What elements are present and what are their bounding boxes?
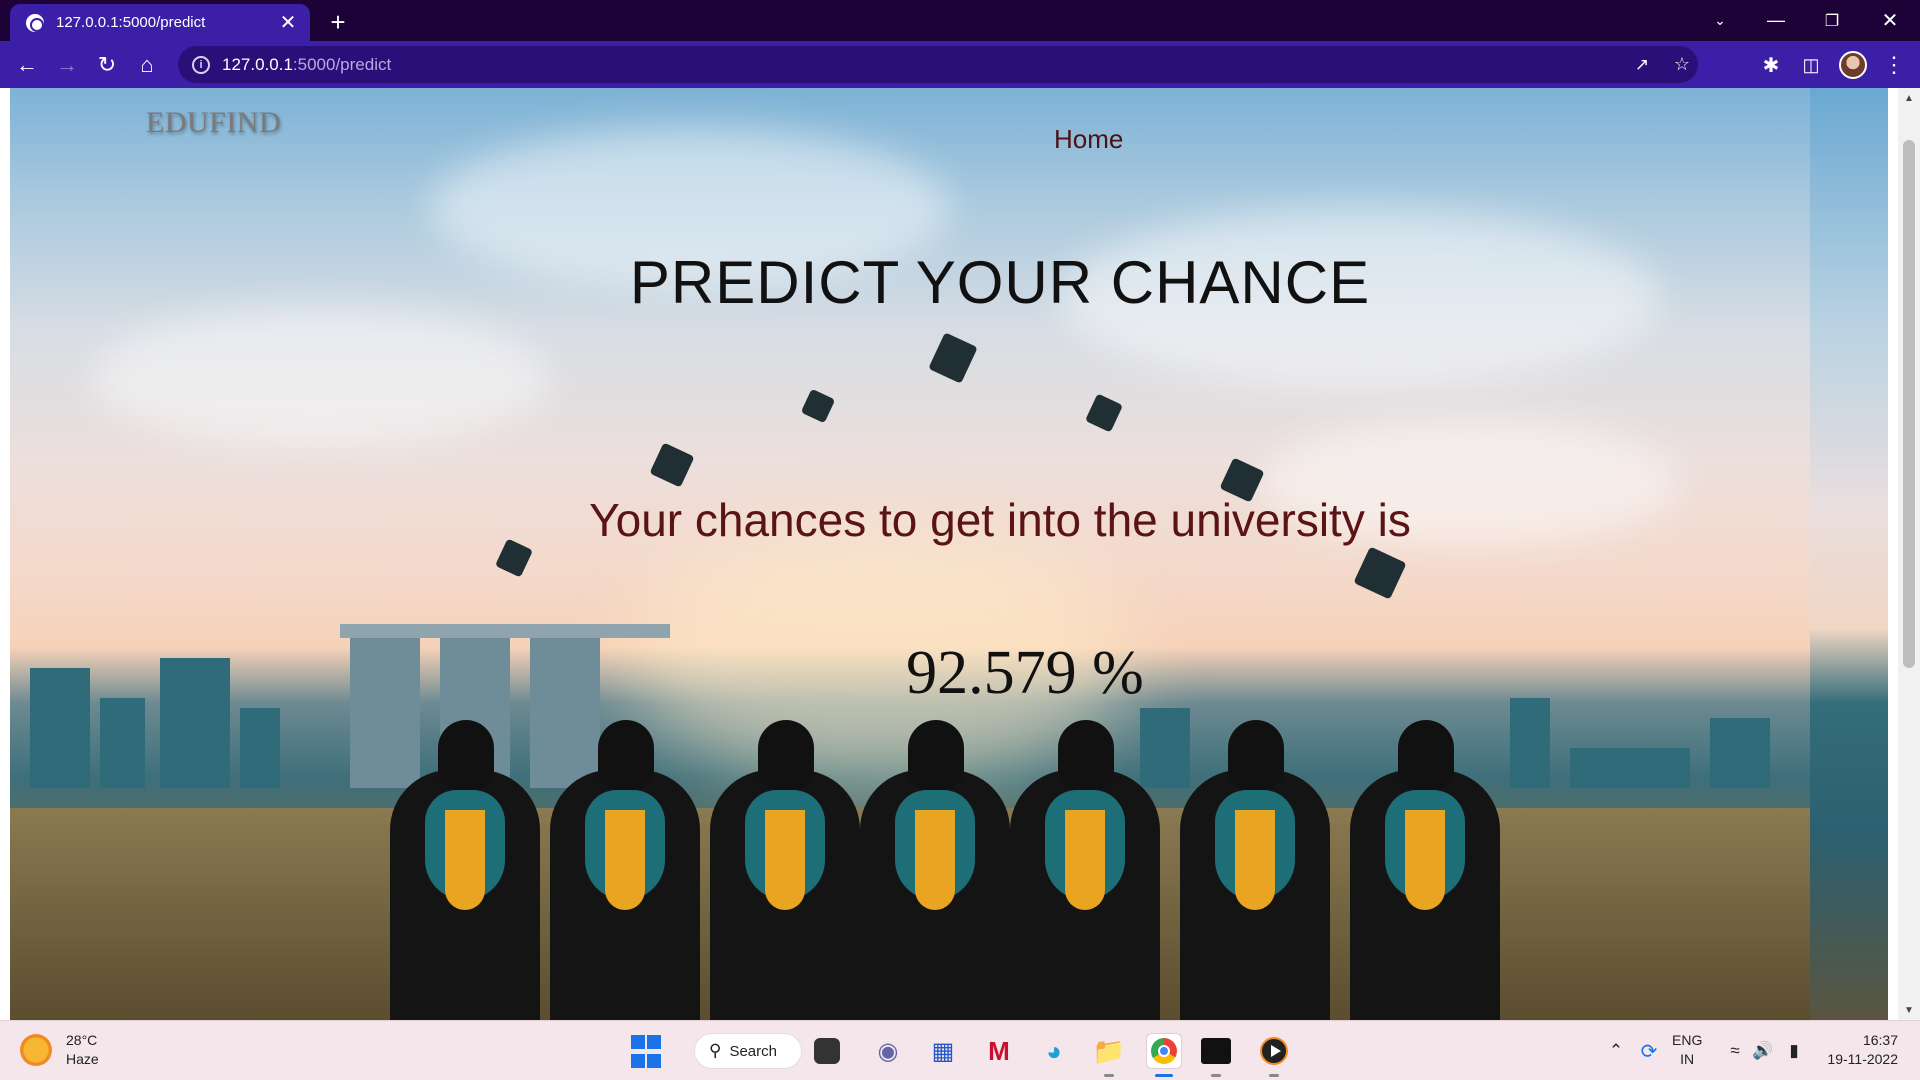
vertical-scrollbar[interactable]: ▲ ▼ xyxy=(1898,88,1920,1020)
file-explorer-folder-icon[interactable]: 📁 xyxy=(1091,1033,1127,1069)
start-windows-icon[interactable] xyxy=(628,1033,664,1069)
clock-time: 16:37 xyxy=(1862,1032,1898,1048)
forward-button[interactable]: → xyxy=(51,49,83,81)
taskbar-search[interactable]: ⚲ Search xyxy=(694,1033,802,1069)
weather-description: Haze xyxy=(66,1051,99,1067)
language-indicator[interactable]: ENG IN xyxy=(1672,1031,1702,1069)
nav-home-link[interactable]: Home xyxy=(1054,124,1123,155)
browser-toolbar: ← → ↻ ⌂ i 127.0.0.1:5000/predict ☆ ↗ ✱ ◫… xyxy=(0,41,1920,88)
back-button[interactable]: ← xyxy=(11,49,43,81)
profile-avatar[interactable] xyxy=(1839,51,1867,79)
task-view-icon[interactable] xyxy=(814,1038,840,1064)
weather-sun-icon xyxy=(20,1034,52,1066)
globe-icon xyxy=(26,13,44,32)
tab-search-chevron-icon[interactable]: ⌄ xyxy=(1692,0,1748,41)
sync-icon[interactable]: ⟳ xyxy=(1634,1035,1664,1067)
scroll-down-arrow-icon[interactable]: ▼ xyxy=(1898,1000,1920,1020)
weather-widget[interactable]: 28°C Haze xyxy=(20,1031,99,1069)
chrome-icon[interactable] xyxy=(1146,1033,1182,1069)
clock-date: 19-11-2022 xyxy=(1827,1051,1898,1067)
browser-tab[interactable]: 127.0.0.1:5000/predict ✕ xyxy=(10,4,310,41)
microsoft-store-icon[interactable]: ▦ xyxy=(925,1033,961,1069)
taskbar-search-label: Search xyxy=(729,1042,777,1060)
scroll-thumb[interactable] xyxy=(1903,140,1915,668)
language-secondary: IN xyxy=(1680,1051,1695,1067)
brand-logo[interactable]: EDUFIND xyxy=(146,106,281,140)
url-host: 127.0.0.1 xyxy=(222,54,293,74)
result-message: Your chances to get into the university … xyxy=(589,494,1411,546)
tab-close-button[interactable]: ✕ xyxy=(274,9,302,37)
address-bar[interactable]: i 127.0.0.1:5000/predict ☆ ↗ xyxy=(178,46,1698,83)
side-panel-icon[interactable]: ◫ xyxy=(1795,49,1827,81)
menu-kebab-icon[interactable]: ⋮ xyxy=(1878,49,1910,81)
reload-button[interactable]: ↻ xyxy=(91,49,123,81)
url-path: :5000/predict xyxy=(292,54,392,74)
scroll-up-arrow-icon[interactable]: ▲ xyxy=(1898,88,1920,108)
tab-title: 127.0.0.1:5000/predict xyxy=(56,14,206,31)
tab-strip: 127.0.0.1:5000/predict ✕ + ⌄ — ❐ ✕ xyxy=(0,0,1920,41)
weather-temperature: 28°C xyxy=(66,1032,98,1048)
wifi-icon[interactable]: ≈ xyxy=(1722,1035,1748,1067)
search-icon: ⚲ xyxy=(709,1041,722,1060)
bookmark-star-icon[interactable]: ☆ xyxy=(1664,46,1700,83)
new-tab-button[interactable]: + xyxy=(322,6,354,38)
media-player-icon[interactable] xyxy=(1256,1033,1292,1069)
result-percentage: 92.579 % xyxy=(906,639,1144,707)
mcafee-shield-icon[interactable]: M xyxy=(981,1033,1017,1069)
home-button[interactable]: ⌂ xyxy=(131,49,163,81)
page-viewport: EDUFIND Home PREDICT YOUR CHANCE Your ch… xyxy=(0,88,1920,1020)
share-icon[interactable]: ↗ xyxy=(1624,46,1660,83)
windows-taskbar: 28°C Haze ⚲ Search ◉ ▦ M ◕ 📁 ⌃ ⟳ ENG IN … xyxy=(0,1020,1920,1080)
background-edge-strip xyxy=(1810,88,1888,1020)
system-clock[interactable]: 16:37 19-11-2022 xyxy=(1820,1031,1898,1069)
edge-browser-icon[interactable]: ◕ xyxy=(1036,1033,1072,1069)
terminal-icon[interactable] xyxy=(1201,1038,1231,1064)
restore-button[interactable]: ❐ xyxy=(1804,0,1860,41)
close-window-button[interactable]: ✕ xyxy=(1862,0,1918,41)
site-info-icon[interactable]: i xyxy=(192,55,210,74)
show-hidden-icons-chevron-icon[interactable]: ⌃ xyxy=(1604,1035,1628,1067)
extensions-puzzle-icon[interactable]: ✱ xyxy=(1755,49,1787,81)
hero-background-photo xyxy=(10,88,1810,1020)
language-primary: ENG xyxy=(1672,1032,1703,1048)
minimize-button[interactable]: — xyxy=(1748,0,1804,41)
volume-icon[interactable]: 🔊 xyxy=(1750,1035,1776,1067)
teams-chat-icon[interactable]: ◉ xyxy=(870,1033,906,1069)
battery-icon[interactable]: ▮ xyxy=(1780,1035,1808,1067)
page-title: PREDICT YOUR CHANCE xyxy=(629,249,1371,316)
